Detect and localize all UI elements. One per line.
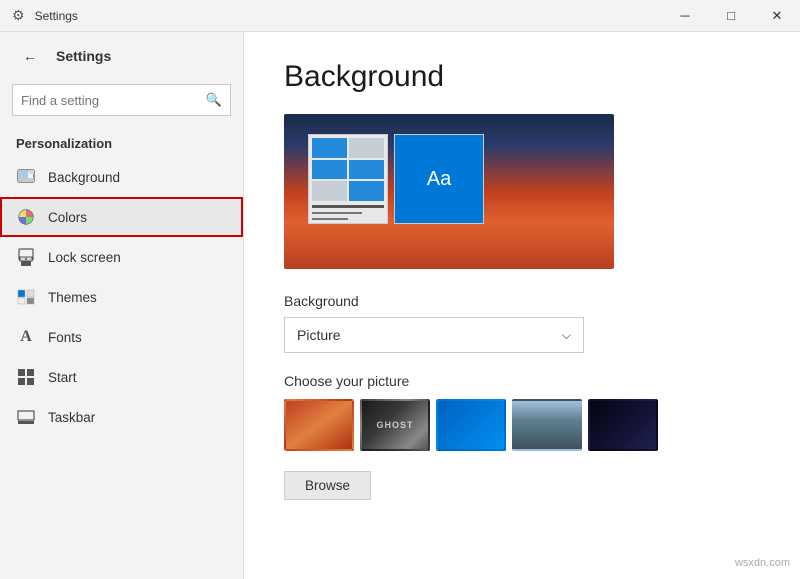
choose-picture-label: Choose your picture <box>284 373 760 389</box>
sidebar-nav-top: ← Settings <box>0 32 243 80</box>
picture-thumb-1[interactable] <box>284 399 354 451</box>
colors-icon <box>16 207 36 227</box>
picture-thumb-5[interactable] <box>588 399 658 451</box>
preview-window-left <box>308 134 388 224</box>
settings-icon: ⚙ <box>12 7 25 24</box>
preview-window-right: Aa <box>394 134 484 224</box>
picture-thumb-4[interactable] <box>512 399 582 451</box>
minimize-button[interactable]: ─ <box>662 0 708 32</box>
maximize-button[interactable]: □ <box>708 0 754 32</box>
start-icon <box>16 367 36 387</box>
sidebar-app-title: Settings <box>56 48 111 64</box>
title-bar: ⚙ Settings ─ □ ✕ <box>0 0 800 32</box>
sidebar-label-background: Background <box>48 170 120 185</box>
sidebar-item-fonts[interactable]: A Fonts <box>0 317 243 357</box>
back-button[interactable]: ← <box>16 42 44 70</box>
background-dropdown[interactable]: Picture ⌵ <box>284 317 584 353</box>
close-button[interactable]: ✕ <box>754 0 800 32</box>
page-title: Background <box>284 60 760 94</box>
sidebar-item-taskbar[interactable]: Taskbar <box>0 397 243 437</box>
sidebar-label-themes: Themes <box>48 290 97 305</box>
lock-screen-icon <box>16 247 36 267</box>
picture-thumb-2[interactable] <box>360 399 430 451</box>
content-area: Background <box>244 32 800 579</box>
section-label: Personalization <box>0 128 243 157</box>
themes-icon <box>16 287 36 307</box>
sidebar-item-themes[interactable]: Themes <box>0 277 243 317</box>
sidebar-label-colors: Colors <box>48 210 87 225</box>
watermark: wsxdn.com <box>735 557 790 569</box>
preview-overlay: Aa <box>308 134 484 224</box>
sidebar-item-colors[interactable]: Colors <box>0 197 243 237</box>
sidebar-item-background[interactable]: Background <box>0 157 243 197</box>
title-bar-controls: ─ □ ✕ <box>662 0 800 32</box>
sidebar-label-fonts: Fonts <box>48 330 82 345</box>
sidebar-item-start[interactable]: Start <box>0 357 243 397</box>
sidebar-item-lock-screen[interactable]: Lock screen <box>0 237 243 277</box>
taskbar-icon <box>16 407 36 427</box>
background-icon <box>16 167 36 187</box>
picture-grid <box>284 399 760 451</box>
title-bar-left: ⚙ Settings <box>12 7 78 24</box>
picture-thumb-3[interactable] <box>436 399 506 451</box>
sidebar: ← Settings 🔍 Personalization Background <box>0 32 244 579</box>
browse-button[interactable]: Browse <box>284 471 371 500</box>
title-bar-title: Settings <box>35 9 78 23</box>
sidebar-label-lock-screen: Lock screen <box>48 250 121 265</box>
background-field-label: Background <box>284 293 760 309</box>
search-box[interactable]: 🔍 <box>12 84 231 116</box>
search-icon: 🔍 <box>206 92 222 108</box>
fonts-icon: A <box>16 327 36 347</box>
sidebar-label-start: Start <box>48 370 77 385</box>
app-body: ← Settings 🔍 Personalization Background <box>0 32 800 579</box>
background-preview: Aa <box>284 114 614 269</box>
chevron-down-icon: ⌵ <box>562 328 571 343</box>
sidebar-label-taskbar: Taskbar <box>48 410 95 425</box>
dropdown-value: Picture <box>297 327 341 343</box>
search-input[interactable] <box>21 93 206 108</box>
